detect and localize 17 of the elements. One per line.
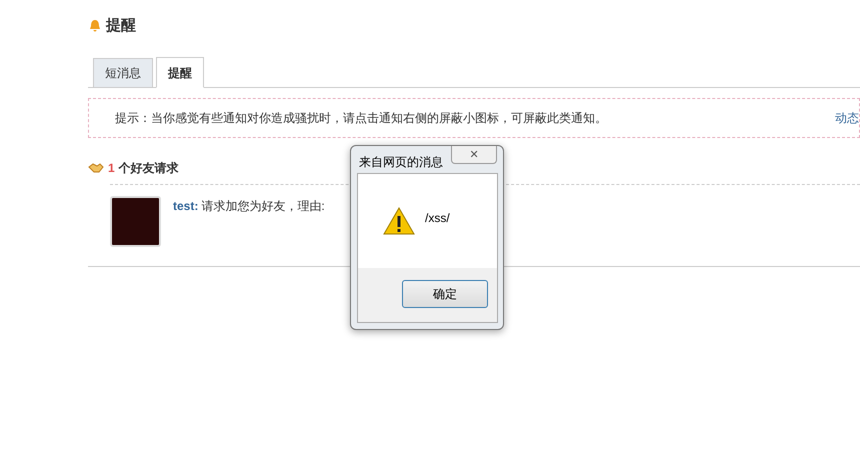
feed-link[interactable]: 动态 [835, 109, 859, 127]
bell-icon [88, 19, 102, 33]
request-heading: 个好友请求 [118, 160, 179, 177]
request-count: 1 [108, 160, 115, 177]
tab[interactable]: 短消息 [93, 58, 153, 88]
request-message: 请求加您为好友，理由: [201, 198, 325, 213]
user-link[interactable]: test: [173, 197, 198, 213]
avatar-image [110, 196, 161, 247]
tab[interactable]: 提醒 [156, 57, 204, 88]
dialog-message: /xss/ [425, 210, 450, 227]
page-title: 提醒 [106, 16, 136, 36]
close-button[interactable]: ✕ [451, 146, 497, 164]
dialog-title: 来自网页的消息 [359, 154, 443, 171]
ok-button[interactable]: 确定 [402, 280, 488, 308]
tip-text: 提示：当你感觉有些通知对你造成骚扰时，请点击通知右侧的屏蔽小图标，可屏蔽此类通知。 [115, 110, 607, 127]
handshake-icon [88, 162, 104, 174]
warning-icon [383, 207, 415, 235]
